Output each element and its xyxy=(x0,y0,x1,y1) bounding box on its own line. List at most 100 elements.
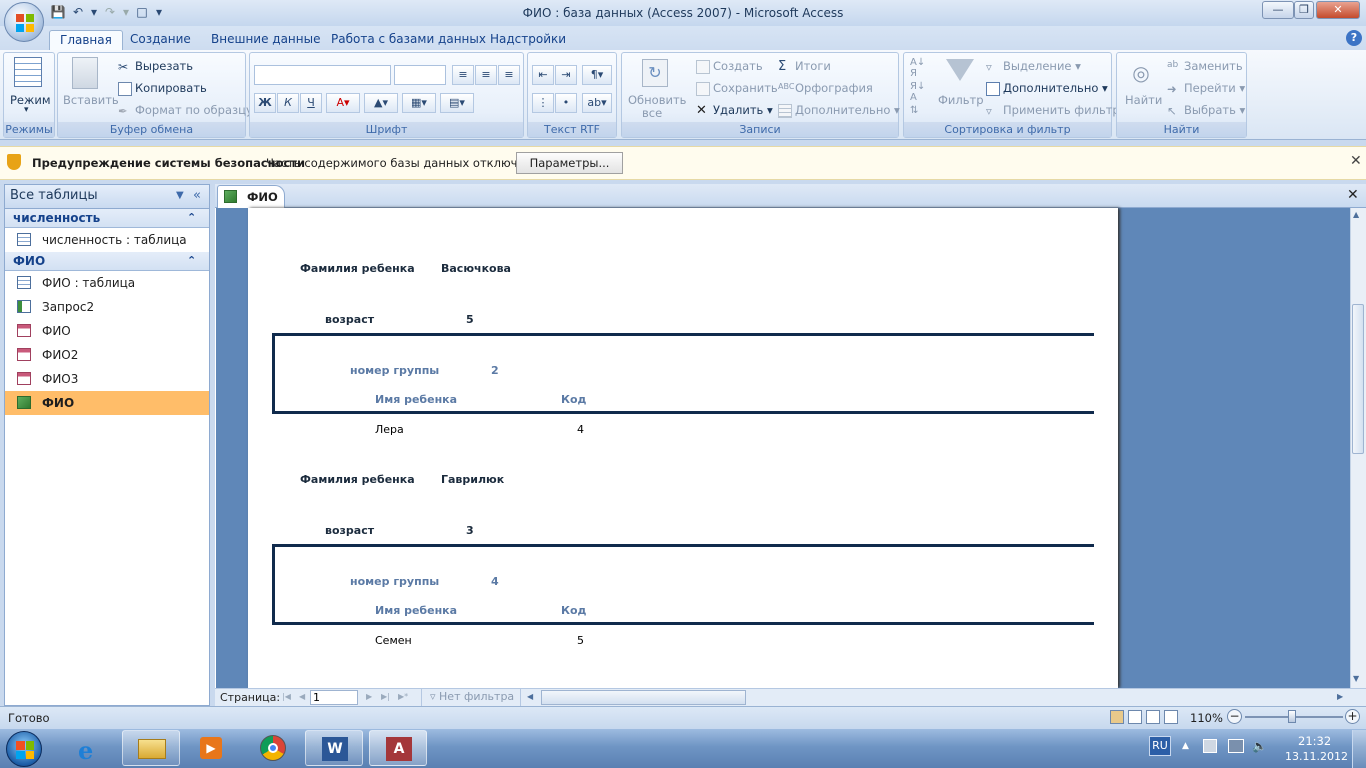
align-right-icon[interactable]: ≡ xyxy=(498,65,520,85)
font-size-combo[interactable] xyxy=(394,65,446,85)
horizontal-scroll-thumb[interactable] xyxy=(541,690,746,705)
bold-button[interactable]: Ж xyxy=(254,93,276,113)
chevron-down-icon[interactable]: ▼ xyxy=(176,185,184,207)
shutter-bar-close-icon[interactable]: « xyxy=(193,185,201,207)
save-record-button[interactable]: Сохранить xyxy=(696,81,778,96)
minimize-button[interactable]: — xyxy=(1262,1,1294,19)
taskbar-explorer[interactable] xyxy=(122,730,180,766)
previous-page-icon[interactable]: ◀ xyxy=(299,692,305,701)
nav-item[interactable]: Запрос2 xyxy=(5,295,209,319)
tab-external-data[interactable]: Внешние данные xyxy=(201,30,330,50)
copy-button[interactable]: Копировать xyxy=(118,81,207,96)
help-icon[interactable]: ? xyxy=(1346,30,1362,46)
doc-tab-fio[interactable]: ФИО xyxy=(217,185,285,208)
increase-indent-icon[interactable]: ⇥ xyxy=(555,65,577,85)
clock-date[interactable]: 13.11.2012 xyxy=(1285,750,1348,763)
vertical-scrollbar[interactable]: ▲ ▼ xyxy=(1350,208,1366,688)
nav-item[interactable]: ФИО : таблица xyxy=(5,271,209,295)
tab-database-tools[interactable]: Работа с базами данных xyxy=(321,30,496,50)
nav-item-selected[interactable]: ФИО xyxy=(5,391,209,415)
zoom-slider-thumb[interactable] xyxy=(1288,710,1296,723)
clear-sort-icon[interactable]: ⇅ xyxy=(910,105,918,116)
maximize-button[interactable]: ❐ xyxy=(1294,1,1314,19)
bullets-icon[interactable]: • xyxy=(555,93,577,113)
redo-icon[interactable]: ↷ xyxy=(102,4,118,20)
start-button[interactable] xyxy=(6,731,42,767)
filter-status[interactable]: ▿ Нет фильтра xyxy=(421,689,521,706)
goto-button[interactable]: ➜ Перейти ▾ xyxy=(1167,81,1245,96)
tab-create[interactable]: Создание xyxy=(120,30,201,50)
device-icon[interactable] xyxy=(1203,739,1217,753)
numbering-icon[interactable]: ⋮ xyxy=(532,93,554,113)
zoom-in-icon[interactable]: + xyxy=(1345,709,1360,724)
scroll-left-icon[interactable]: ◀ xyxy=(527,692,533,701)
collapse-icon[interactable]: ⌃ xyxy=(187,252,196,270)
options-button[interactable]: Параметры... xyxy=(516,152,623,174)
scroll-down-icon[interactable]: ▼ xyxy=(1353,674,1359,683)
more-records-button[interactable]: Дополнительно ▾ xyxy=(778,103,900,118)
delete-record-button[interactable]: ✕ Удалить ▾ xyxy=(696,103,773,118)
totals-button[interactable]: Σ Итоги xyxy=(778,59,831,74)
nav-item[interactable]: численность : таблица xyxy=(5,228,209,252)
sort-descending-icon[interactable]: Я↓ А xyxy=(910,81,925,103)
refresh-all-button[interactable]: Обновить xyxy=(628,93,686,107)
save-icon[interactable]: 💾 xyxy=(50,4,66,20)
network-icon[interactable] xyxy=(1228,739,1244,753)
align-center-icon[interactable]: ≡ xyxy=(475,65,497,85)
dropdown-icon[interactable]: ▾ xyxy=(90,4,98,20)
print-preview-icon[interactable] xyxy=(1110,710,1124,724)
advanced-filter-button[interactable]: Дополнительно ▾ xyxy=(986,81,1108,96)
tab-addins[interactable]: Надстройки xyxy=(480,30,576,50)
gridlines-icon[interactable]: ▦▾ xyxy=(402,93,436,113)
show-hidden-icons-icon[interactable]: ▲ xyxy=(1182,741,1189,751)
selection-button[interactable]: ▿ Выделение ▾ xyxy=(986,59,1081,74)
language-indicator[interactable]: RU xyxy=(1149,736,1171,756)
clock-time[interactable]: 21:32 xyxy=(1298,734,1331,748)
scroll-thumb[interactable] xyxy=(1352,304,1364,454)
page-number-input[interactable] xyxy=(310,690,358,705)
alternate-fill-icon[interactable]: ▤▾ xyxy=(440,93,474,113)
new-document-icon[interactable]: □ xyxy=(134,4,150,20)
new-record-icon[interactable]: ▶* xyxy=(398,692,408,701)
format-painter-button[interactable]: ✒ Формат по образцу xyxy=(118,103,253,118)
cut-button[interactable]: ✂ Вырезать xyxy=(118,59,193,74)
zoom-out-icon[interactable]: − xyxy=(1227,709,1242,724)
nav-item[interactable]: ФИО xyxy=(5,319,209,343)
sort-ascending-icon[interactable]: A↓ Я xyxy=(910,57,925,79)
fill-color-icon[interactable]: ▲▾ xyxy=(364,93,398,113)
highlight-icon[interactable]: ab▾ xyxy=(582,93,612,113)
new-record-button[interactable]: Создать xyxy=(696,59,763,74)
next-page-icon[interactable]: ▶ xyxy=(366,692,372,701)
apply-filter-button[interactable]: ▿ Применить фильтр xyxy=(986,103,1120,118)
customize-qat-icon[interactable]: ▾ xyxy=(154,4,164,20)
italic-button[interactable]: К xyxy=(277,93,299,113)
view-mode-button[interactable]: Режим xyxy=(10,93,51,107)
close-icon[interactable]: ✕ xyxy=(1350,153,1362,169)
nav-item[interactable]: ФИО2 xyxy=(5,343,209,367)
paste-button[interactable]: Вставить xyxy=(63,93,119,107)
taskbar-access[interactable]: A xyxy=(369,730,427,766)
office-button[interactable] xyxy=(4,2,44,42)
nav-item[interactable]: ФИО3 xyxy=(5,367,209,391)
layout-view-icon[interactable] xyxy=(1146,710,1160,724)
taskbar-media-player[interactable]: ▶ xyxy=(182,730,240,766)
filter-button[interactable]: Фильтр xyxy=(938,93,984,107)
paragraph-direction-icon[interactable]: ¶▾ xyxy=(582,65,612,85)
close-document-icon[interactable]: ✕ xyxy=(1347,187,1359,203)
design-view-icon[interactable] xyxy=(1164,710,1178,724)
taskbar-ie[interactable]: e xyxy=(62,730,120,766)
undo-icon[interactable]: ↶ xyxy=(70,4,86,20)
underline-button[interactable]: Ч xyxy=(300,93,322,113)
show-desktop-button[interactable] xyxy=(1352,730,1366,768)
nav-group-header[interactable]: ФИО ⌃ xyxy=(5,252,209,271)
align-left-icon[interactable]: ≡ xyxy=(452,65,474,85)
scroll-right-icon[interactable]: ▶ xyxy=(1337,692,1343,701)
nav-group-header[interactable]: численность ⌃ xyxy=(5,209,209,228)
taskbar-chrome[interactable] xyxy=(244,730,302,766)
report-view-icon[interactable] xyxy=(1128,710,1142,724)
tab-home[interactable]: Главная xyxy=(49,30,123,50)
close-button[interactable]: ✕ xyxy=(1316,1,1360,19)
spelling-button[interactable]: ABCОрфография xyxy=(778,81,873,96)
scroll-up-icon[interactable]: ▲ xyxy=(1353,210,1359,219)
collapse-icon[interactable]: ⌃ xyxy=(187,209,196,227)
